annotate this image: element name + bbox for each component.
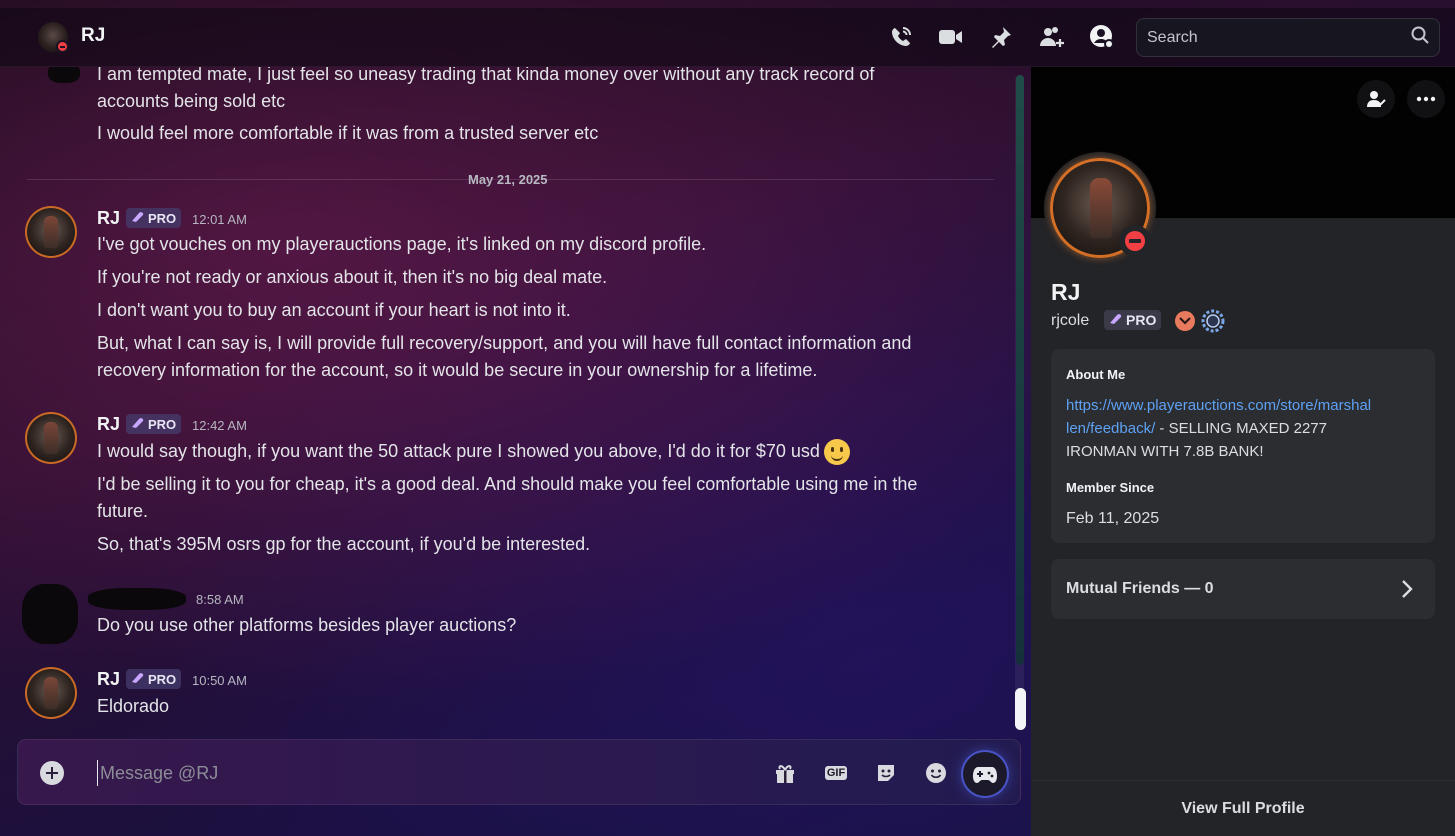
add-friend-icon[interactable]: [1039, 24, 1065, 50]
sticker-icon[interactable]: [874, 761, 898, 785]
message-author[interactable]: RJ: [97, 669, 120, 690]
message-text: I would say though, if you want the 50 a…: [97, 441, 820, 461]
member-since-heading: Member Since: [1066, 480, 1155, 495]
avatar[interactable]: [25, 206, 77, 258]
mutual-friends-label: Mutual Friends — 0: [1066, 580, 1214, 597]
message-timestamp[interactable]: 10:50 AM: [192, 673, 247, 688]
profile-username[interactable]: rjcole: [1051, 312, 1089, 330]
channel-title[interactable]: RJ: [81, 25, 105, 47]
server-boost-badge-icon[interactable]: [1201, 309, 1225, 333]
message-line: I would feel more comfortable if it was …: [97, 123, 599, 143]
message-line: I'd be selling it to you for cheap, it's…: [97, 474, 918, 494]
message-line: I am tempted mate, I just feel so uneasy…: [97, 67, 875, 84]
pin-icon[interactable]: [988, 24, 1014, 50]
about-me-text-rest: - SELLING MAXED 2277: [1155, 420, 1327, 437]
message-composer: GIF: [17, 739, 1021, 805]
pro-badge[interactable]: PRO: [126, 414, 182, 434]
pro-badge[interactable]: PRO: [126, 208, 182, 228]
message-line: Do you use other platforms besides playe…: [97, 615, 517, 635]
badge-label: PRO: [148, 210, 177, 226]
message-line: recovery information for the account, so…: [97, 360, 818, 380]
message-author[interactable]: RJ: [97, 414, 120, 435]
message-line: accounts being sold etc: [97, 91, 286, 111]
friend-check-icon: [1367, 91, 1386, 107]
gif-icon[interactable]: GIF: [824, 761, 848, 785]
chevron-right-icon: [1401, 579, 1413, 604]
about-me-link[interactable]: len/feedback/: [1066, 420, 1155, 437]
view-full-profile-button[interactable]: View Full Profile: [1031, 780, 1455, 836]
message-line: If you're not ready or anxious about it,…: [97, 267, 608, 287]
scrollbar-track-fill: [1016, 75, 1024, 665]
more-options-button[interactable]: [1407, 80, 1445, 118]
nitro-gem-icon: [131, 211, 145, 226]
about-me-text: https://www.playerauctions.com/store/mar…: [1066, 394, 1371, 463]
about-me-card: About Me https://www.playerauctions.com/…: [1051, 349, 1435, 543]
message-line: I've got vouches on my playerauctions pa…: [97, 234, 707, 254]
message-line: But, what I can say is, I will provide f…: [97, 333, 912, 353]
message-line: So, that's 395M osrs gp for the account,…: [97, 534, 591, 554]
activities-gamepad-button[interactable]: [963, 752, 1007, 796]
redacted-author: [88, 588, 186, 610]
scrollbar-thumb[interactable]: [1015, 688, 1026, 730]
message-author[interactable]: RJ: [97, 208, 120, 229]
slightly-smiling-face-icon[interactable]: [823, 439, 850, 466]
message-line: I don't want you to buy an account if yo…: [97, 300, 571, 320]
avatar[interactable]: [25, 412, 77, 464]
redacted-avatar: [48, 67, 80, 83]
phone-call-icon[interactable]: [888, 24, 914, 50]
about-me-text-rest: IRONMAN WITH 7.8B BANK!: [1066, 443, 1264, 460]
search-placeholder: Search: [1147, 28, 1198, 46]
nitro-gem-icon: [131, 672, 145, 687]
avatar[interactable]: [25, 667, 77, 719]
message-line: I would say though, if you want the 50 a…: [97, 438, 850, 466]
search-icon: [1411, 26, 1429, 49]
message-timestamp[interactable]: 12:42 AM: [192, 418, 247, 433]
pro-badge[interactable]: PRO: [1104, 310, 1162, 330]
friend-status-button[interactable]: [1357, 80, 1395, 118]
message-timestamp[interactable]: 8:58 AM: [196, 592, 244, 607]
date-divider-label: May 21, 2025: [468, 172, 548, 187]
search-input[interactable]: Search: [1136, 18, 1440, 57]
mutual-friends-row[interactable]: Mutual Friends — 0: [1051, 559, 1435, 619]
message-list[interactable]: I am tempted mate, I just feel so uneasy…: [0, 67, 1030, 737]
chevron-badge-icon[interactable]: [1175, 311, 1195, 331]
more-dots-icon: [1416, 96, 1436, 102]
video-icon[interactable]: [938, 24, 964, 50]
nitro-gem-icon: [131, 417, 145, 432]
message-timestamp[interactable]: 12:01 AM: [192, 212, 247, 227]
redacted-avatar: [22, 584, 78, 644]
badge-label: PRO: [1126, 312, 1157, 328]
emoji-icon[interactable]: [924, 761, 948, 785]
gif-label: GIF: [824, 766, 848, 780]
dnd-status-icon: [56, 40, 69, 53]
channel-header: RJ Search: [0, 8, 1455, 67]
about-me-link[interactable]: https://www.playerauctions.com/store/mar…: [1066, 397, 1371, 414]
dnd-status-icon: [1119, 225, 1151, 257]
message-line: future.: [97, 501, 149, 521]
profile-display-name: RJ: [1051, 279, 1081, 305]
message-input[interactable]: [97, 760, 697, 786]
badge-label: PRO: [148, 671, 177, 687]
nitro-gem-icon: [1109, 312, 1123, 328]
gift-icon[interactable]: [773, 761, 797, 785]
user-profile-panel: RJ rjcole PRO About Me https://www.playe…: [1031, 67, 1455, 836]
about-me-heading: About Me: [1066, 367, 1126, 382]
upload-plus-icon[interactable]: [40, 761, 64, 785]
user-profile-icon[interactable]: [1089, 24, 1115, 50]
member-since-date: Feb 11, 2025: [1066, 510, 1160, 527]
pro-badge[interactable]: PRO: [126, 669, 182, 689]
gamepad-icon: [973, 767, 997, 783]
badge-label: PRO: [148, 416, 177, 432]
message-line: Eldorado: [97, 696, 170, 716]
